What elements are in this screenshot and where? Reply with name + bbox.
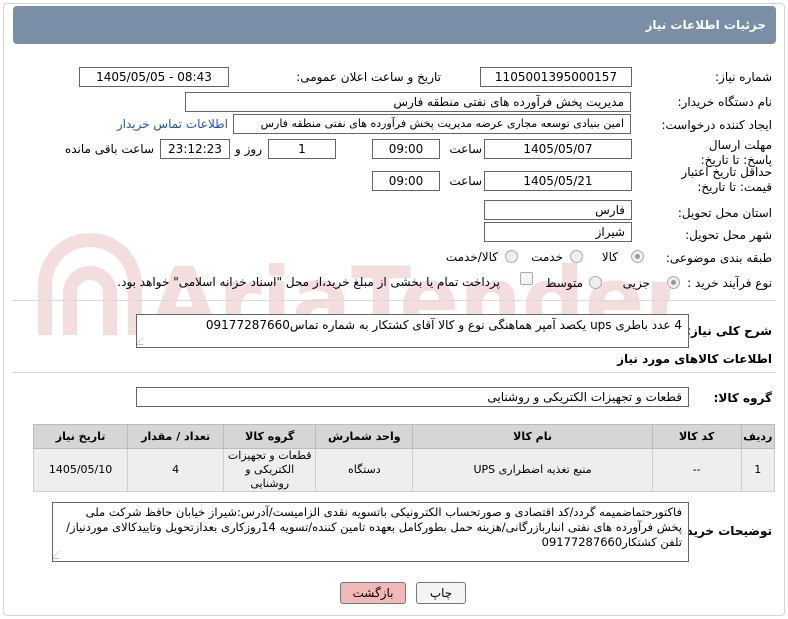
description-text: 4 عدد باطری ups یکصد آمپر هماهنگی نوع و … (205, 318, 682, 332)
send-time-field: 09:00 (372, 139, 440, 159)
row-unit: دستگاه (315, 448, 414, 492)
province-field: فارس (484, 200, 632, 220)
process-radio-medium[interactable] (589, 276, 602, 289)
send-time-label: ساعت (449, 142, 482, 156)
remaining-label: ساعت باقی مانده (64, 142, 154, 156)
validity-date-field: 1405/05/21 (484, 171, 632, 191)
payment-note: پرداخت تمام یا بخشی از مبلغ خرید،از محل … (117, 275, 500, 289)
validity-time-field: 09:00 (372, 171, 440, 191)
category-radio-both[interactable] (505, 250, 518, 263)
announce-label: تاریخ و ساعت اعلان عمومی: (296, 70, 441, 84)
category-radio-goods[interactable] (631, 250, 644, 263)
category-option-goods: کالا (601, 250, 618, 264)
requester-field: امین بنیادی توسعه مجاری عرضه مدیریت پخش … (233, 114, 631, 134)
buyer-org-field: مدیریت پخش فرآورده های نفتی منطقه فارس (185, 92, 631, 112)
back-button[interactable]: بازگشت (340, 582, 406, 604)
days-label: روز و (235, 142, 262, 156)
province-label: استان محل تحویل: (677, 206, 772, 220)
days-field: 1 (268, 139, 336, 159)
buyer-org-label: نام دستگاه خریدار: (677, 95, 773, 109)
announce-field: 1405/05/05 - 08:43 (79, 67, 229, 87)
row-name: منبع تغذیه اضطراری UPS (412, 448, 653, 492)
row-group: قطعات و تجهیزات الکتریکی و روشنایی (223, 448, 317, 492)
goods-table: ردیف کد کالا نام کالا واحد شمارش گروه کا… (32, 424, 776, 492)
description-textarea: 4 عدد باطری ups یکصد آمپر هماهنگی نوع و … (136, 314, 689, 348)
description-label: شرح کلی نیاز: (686, 324, 772, 338)
send-date-field: 1405/05/07 (484, 139, 632, 159)
category-radio-service[interactable] (570, 250, 583, 263)
buyer-notes-text: فاکتورحتماضمیمه گردد/کد اقتصادی و صورتحس… (66, 505, 682, 549)
col-date: تاریخ نیاز (32, 424, 129, 449)
goods-section-title: اطلاعات کالاهای مورد نیاز (617, 352, 772, 366)
col-code: کد کالا (651, 424, 742, 449)
goods-section-divider (12, 372, 776, 373)
category-option-both: کالا/خدمت (445, 250, 498, 264)
page-title: جزئیات اطلاعات نیاز (13, 6, 776, 44)
resize-handle-icon[interactable] (137, 337, 151, 345)
city-field: شیراز (484, 222, 632, 242)
payment-checkbox[interactable] (520, 272, 533, 285)
row-qty: 4 (127, 448, 225, 492)
table-row: 1 -- منبع تغذیه اضطراری UPS دستگاه قطعات… (32, 448, 776, 492)
city-label: شهر محل تحویل: (685, 228, 772, 242)
process-option-medium: متوسط (545, 276, 583, 290)
col-unit: واحد شمارش (315, 424, 414, 449)
buyer-contact-link[interactable]: اطلاعات تماس خریدار (117, 117, 228, 131)
validity-time-label: ساعت (449, 174, 482, 188)
resize-handle-icon[interactable] (53, 551, 67, 559)
row-code: -- (651, 448, 742, 492)
remaining-time-field: 23:12:23 (160, 139, 230, 159)
process-option-minor: جزیی (622, 276, 650, 290)
process-label: نوع فرآیند خرید : (687, 276, 772, 290)
col-name: نام کالا (412, 424, 653, 449)
category-label: طبقه بندی موضوعی: (665, 251, 772, 265)
need-number-field: 1105001395000157 (480, 67, 632, 87)
row-date: 1405/05/10 (32, 448, 129, 492)
col-index: ردیف (740, 424, 776, 449)
goods-group-field: قطعات و تجهیزات الکتریکی و روشنایی (136, 387, 689, 407)
row-index: 1 (740, 448, 776, 492)
goods-group-label: گروه کالا: (713, 391, 772, 405)
category-option-service: خدمت (531, 250, 563, 264)
col-qty: تعداد / مقدار (127, 424, 225, 449)
process-radio-minor[interactable] (667, 276, 680, 289)
price-validity-label: حداقل تاریخ اعتبار قیمت: تا تاریخ: (681, 165, 772, 194)
col-group: گروه کالا (223, 424, 317, 449)
need-number-label: شماره نیاز: (715, 70, 772, 84)
section-divider (12, 300, 776, 301)
requester-label: ایجاد کننده درخواست: (661, 118, 772, 132)
print-button[interactable]: چاپ (416, 582, 466, 604)
goods-table-header: ردیف کد کالا نام کالا واحد شمارش گروه کا… (32, 424, 776, 449)
send-deadline-label: مهلت ارسال پاسخ: تا تاریخ: (700, 138, 772, 167)
buyer-notes-textarea: فاکتورحتماضمیمه گردد/کد اقتصادی و صورتحس… (52, 502, 689, 562)
